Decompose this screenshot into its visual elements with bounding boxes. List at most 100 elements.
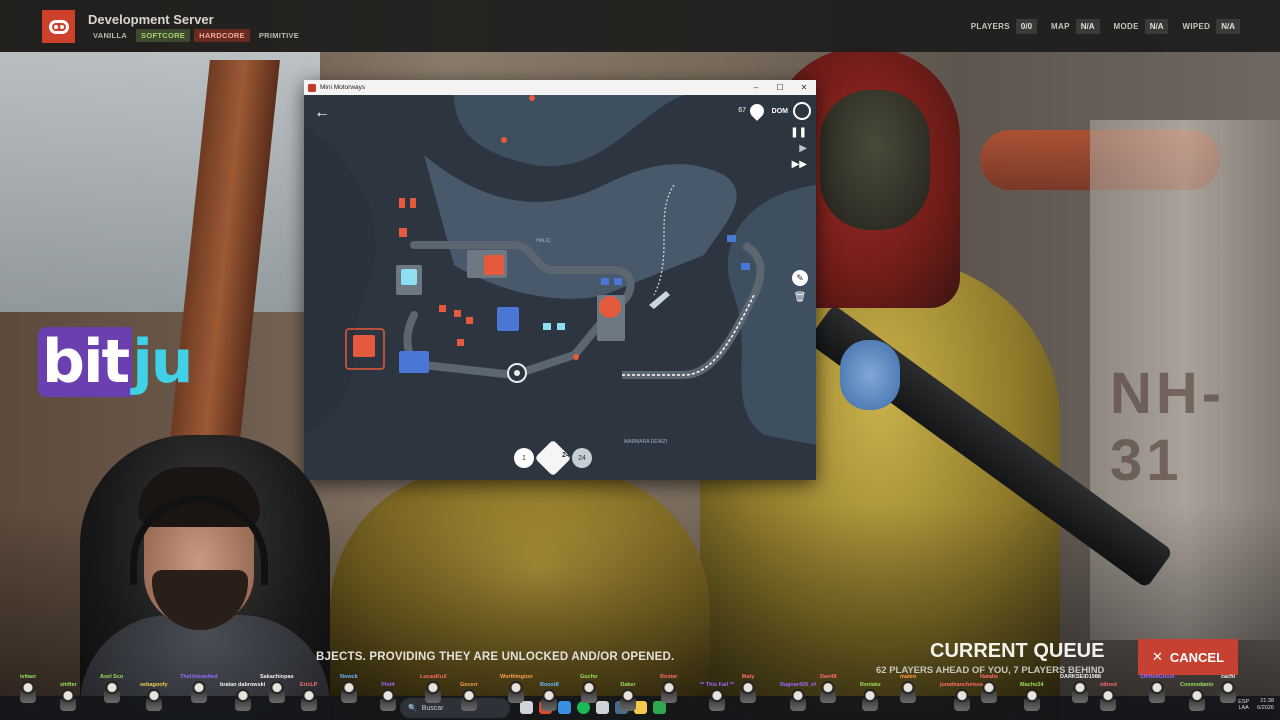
- server-tags: VANILLA SOFTCORE HARDCORE PRIMITIVE: [88, 29, 304, 42]
- stat-players: PLAYERS 0/0: [970, 19, 1038, 34]
- house-red: [410, 198, 416, 208]
- chat-username: TheUnleashed: [180, 674, 218, 680]
- chat-avatar-sprite: [103, 681, 120, 703]
- chat-username: bralan dabrowski: [220, 682, 266, 688]
- stat-wiped: WIPED N/A: [1182, 19, 1240, 34]
- game-map[interactable]: HALIÇ MARMARA DENIZI: [304, 95, 816, 480]
- tag-vanilla: VANILLA: [93, 31, 128, 40]
- chat-avatar-sprite: [234, 689, 251, 711]
- chat-avatar-sprite: [380, 689, 396, 711]
- pause-icon[interactable]: ❚❚: [790, 128, 807, 138]
- chat-avatar-sprite: [190, 681, 207, 703]
- chat-username: Ragnar420_ef: [780, 682, 817, 688]
- chat-username: Boost8: [540, 682, 559, 688]
- chat-avatar: cachi: [1220, 674, 1236, 703]
- window-titlebar[interactable]: Mini Motorways – ☐ ✕: [304, 80, 816, 95]
- chat-avatar: Rostar: [660, 674, 677, 703]
- play-icon[interactable]: ▶: [799, 144, 807, 154]
- chat-username: ** This Fail **: [700, 682, 734, 688]
- window-title: Mini Motorways: [320, 84, 366, 91]
- house-red: [466, 317, 473, 324]
- river-label-halic: HALIÇ: [536, 238, 551, 244]
- chat-avatars: ivitaer shifter Axel Sco sebagoofy TheUnleas…: [0, 672, 1280, 720]
- maximize-button[interactable]: ☐: [768, 80, 792, 95]
- game-window[interactable]: Mini Motorways – ☐ ✕ HALIÇ MARMARA DENIZ…: [304, 80, 816, 480]
- chat-avatar: mateo: [900, 674, 916, 703]
- chat-avatar-sprite: [953, 689, 970, 711]
- chat-avatar: Ragnar420_ef: [780, 682, 816, 711]
- chat-avatar-sprite: [460, 689, 477, 711]
- roundabout-center: [514, 370, 520, 376]
- chat-avatar-sprite: [1188, 689, 1205, 711]
- chat-avatar-sprite: [580, 681, 597, 703]
- bitju-logo-part-2: ju: [132, 327, 193, 397]
- house-red: [457, 339, 464, 346]
- clock-icon[interactable]: [793, 102, 811, 120]
- pencil-icon[interactable]: ✎: [792, 270, 808, 286]
- chat-avatar: ** This Fail **: [700, 682, 734, 711]
- cancel-queue-button[interactable]: ✕ CANCEL: [1138, 639, 1238, 675]
- stat-mode: MODE N/A: [1114, 19, 1169, 34]
- chat-username: Macho34: [1020, 682, 1044, 688]
- chat-username: Dan48: [820, 674, 837, 680]
- stat-value: N/A: [1075, 19, 1100, 34]
- house-blue: [741, 263, 750, 270]
- chat-avatar-sprite: [1100, 689, 1117, 711]
- bitju-logo-part-1: bit: [38, 327, 133, 397]
- chat-avatar-sprite: [981, 681, 998, 703]
- chat-avatar: Boost8: [540, 682, 559, 711]
- bitju-logo: bitju: [38, 327, 193, 397]
- chat-avatar-sprite: [268, 681, 285, 703]
- house-cyan: [557, 323, 565, 330]
- chat-avatar: Cosmodanio: [1180, 682, 1213, 711]
- chat-username: cachi: [1220, 674, 1236, 680]
- chat-username: Natalie: [980, 674, 999, 680]
- chat-avatar: Gucho: [580, 674, 597, 703]
- chat-avatar: Natalie: [980, 674, 998, 703]
- fast-forward-icon[interactable]: ▶▶: [792, 160, 807, 170]
- chat-username: Gucho: [580, 674, 598, 680]
- chat-avatar: TheUnleashed: [180, 674, 218, 703]
- chat-avatar: Dan48: [820, 674, 837, 703]
- house-red: [439, 305, 446, 312]
- stat-value: N/A: [1144, 19, 1169, 34]
- chat-avatar-sprite: [862, 689, 879, 711]
- cancel-label: CANCEL: [1169, 649, 1225, 665]
- chat-avatar: Daker: [620, 682, 636, 711]
- house-blue: [727, 235, 736, 242]
- chat-avatar: DARKSEID1988: [1060, 674, 1101, 703]
- stat-label: MODE: [1113, 22, 1139, 31]
- back-arrow-icon[interactable]: ←: [314, 104, 330, 122]
- chat-avatar: shifter: [60, 682, 77, 711]
- chat-avatar: Gecerr: [460, 682, 478, 711]
- chat-username: Rostar: [660, 674, 678, 680]
- minimize-button[interactable]: –: [744, 80, 768, 95]
- chat-avatar: ShiftedGhost: [1140, 674, 1175, 703]
- chat-avatar-sprite: [820, 681, 837, 703]
- stat-label: PLAYERS: [970, 22, 1010, 31]
- rust-logo-icon: [42, 10, 75, 43]
- tips-ticker: BJECTS. PROVIDING THEY ARE UNLOCKED AND/…: [316, 651, 675, 663]
- upgrade-tool-button[interactable]: 1: [514, 448, 534, 468]
- chat-username: Worthington: [500, 674, 533, 680]
- chat-avatar: Worthington: [500, 674, 533, 703]
- stat-value: N/A: [1216, 19, 1240, 34]
- house-red: [454, 310, 461, 317]
- trash-icon[interactable]: 🗑: [792, 290, 808, 306]
- chat-avatar-sprite: [790, 689, 807, 711]
- chat-username: mateo: [900, 674, 917, 680]
- bridge-tool-button[interactable]: 24: [572, 448, 592, 468]
- stat-map: MAP N/A: [1051, 19, 1100, 34]
- tag-softcore: SOFTCORE: [136, 29, 191, 42]
- house-red: [399, 228, 407, 237]
- app-icon: [308, 83, 316, 92]
- chat-avatar-sprite: [1149, 681, 1166, 703]
- chat-username: jonathanchelsea: [940, 682, 984, 688]
- chat-username: shifter: [60, 682, 77, 688]
- chat-avatar: Sakachiopas: [260, 674, 294, 703]
- building-red-destination-big: [599, 296, 621, 318]
- queue-title: CURRENT QUEUE: [930, 640, 1105, 662]
- building-red-destination: [484, 255, 504, 275]
- chat-avatar: olbred: [1100, 682, 1117, 711]
- close-button[interactable]: ✕: [792, 80, 816, 95]
